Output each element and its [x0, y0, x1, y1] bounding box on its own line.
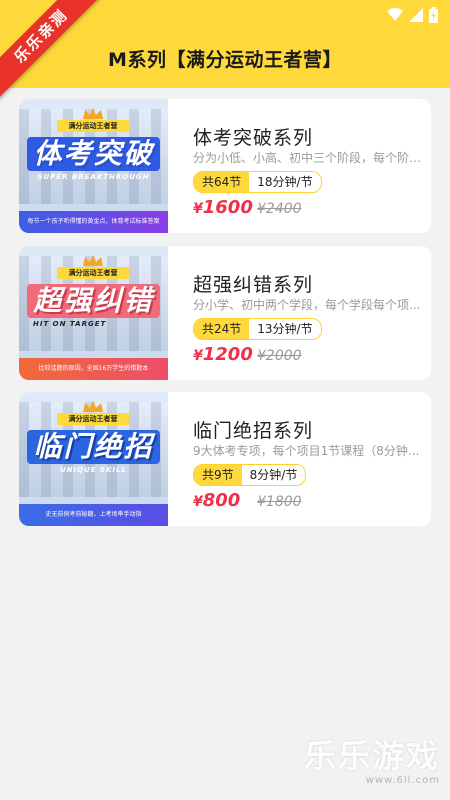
course-card-1[interactable]: 满分运动王者营 体考突破 SUPER BREAKTHROUGH 每节一个孩子听得…: [19, 99, 431, 233]
course-thumbnail: 满分运动王者营 临门绝招 UNIQUE SKILL 史无前例考前秘籍，上考场率手…: [19, 392, 168, 526]
course-meta: 共24节 13分钟/节: [193, 318, 322, 340]
thumbnail-band: 比较话题的原因，全国16万学生的错题本: [19, 358, 168, 380]
course-thumbnail: 满分运动王者营 超强纠错 HIT ON TARGET 比较话题的原因，全国16万…: [19, 246, 168, 380]
course-thumbnail: 满分运动王者营 体考突破 SUPER BREAKTHROUGH 每节一个孩子听得…: [19, 99, 168, 233]
lesson-count: 共24节: [194, 319, 250, 339]
current-price: ¥1200: [193, 344, 253, 365]
price-value: 800: [202, 490, 241, 511]
thumbnail-subtitle: UNIQUE SKILL: [60, 466, 127, 474]
thumbnail-subtitle: HIT ON TARGET: [33, 320, 107, 328]
lesson-duration: 8分钟/节: [241, 465, 306, 485]
course-meta: 共9节 8分钟/节: [193, 464, 307, 486]
original-price: ¥2000: [257, 348, 302, 364]
lesson-count: 共9节: [194, 465, 242, 485]
currency-symbol: ¥: [193, 201, 203, 217]
battery-icon: [429, 7, 438, 23]
currency-symbol: ¥: [193, 348, 203, 364]
thumbnail-tag: 满分运动王者营: [57, 413, 129, 425]
course-card-2[interactable]: 满分运动王者营 超强纠错 HIT ON TARGET 比较话题的原因，全国16万…: [19, 246, 431, 380]
wifi-icon: [387, 8, 403, 21]
original-price: ¥2400: [257, 201, 302, 217]
watermark-text: 乐乐游戏: [303, 737, 440, 775]
original-price: ¥1800: [257, 494, 302, 510]
crown-icon: [83, 255, 103, 266]
price-value: 1200: [202, 344, 253, 365]
course-meta: 共64节 18分钟/节: [193, 171, 322, 193]
current-price: ¥800: [193, 490, 240, 511]
crown-icon: [83, 108, 103, 119]
currency-symbol: ¥: [193, 494, 203, 510]
page-title: M系列【满分运动王者营】: [108, 49, 342, 71]
course-title: 超强纠错系列: [193, 274, 314, 296]
thumbnail-title: 超强纠错: [27, 284, 160, 318]
course-title: 临门绝招系列: [193, 420, 314, 442]
thumbnail-tag: 满分运动王者营: [57, 120, 129, 132]
course-card-3[interactable]: 满分运动王者营 临门绝招 UNIQUE SKILL 史无前例考前秘籍，上考场率手…: [19, 392, 431, 526]
lesson-duration: 13分钟/节: [249, 319, 321, 339]
crown-icon: [83, 401, 103, 412]
signal-icon: [409, 8, 423, 22]
thumbnail-title: 临门绝招: [27, 430, 160, 464]
course-description: 分小学、初中两个学段，每个学段每个项...: [193, 298, 421, 312]
lesson-duration: 18分钟/节: [249, 172, 321, 192]
lesson-count: 共64节: [194, 172, 250, 192]
status-bar: [387, 6, 438, 24]
thumbnail-tag: 满分运动王者营: [57, 267, 129, 279]
course-description: 分为小低、小高、初中三个阶段，每个阶段...: [193, 151, 425, 165]
thumbnail-title: 体考突破: [27, 137, 160, 171]
price-value: 1600: [202, 197, 253, 218]
thumbnail-subtitle: SUPER BREAKTHROUGH: [37, 173, 150, 181]
thumbnail-band: 史无前例考前秘籍，上考场率手动指: [19, 504, 168, 526]
current-price: ¥1600: [193, 197, 253, 218]
watermark: 乐乐游戏 www.6ll.com: [304, 731, 440, 786]
course-description: 9大体考专项，每个项目1节课程（8分钟...: [193, 444, 420, 458]
course-title: 体考突破系列: [193, 127, 314, 149]
thumbnail-band: 每节一个孩子听得懂的黄金点，体育考试标准答案: [19, 211, 168, 233]
